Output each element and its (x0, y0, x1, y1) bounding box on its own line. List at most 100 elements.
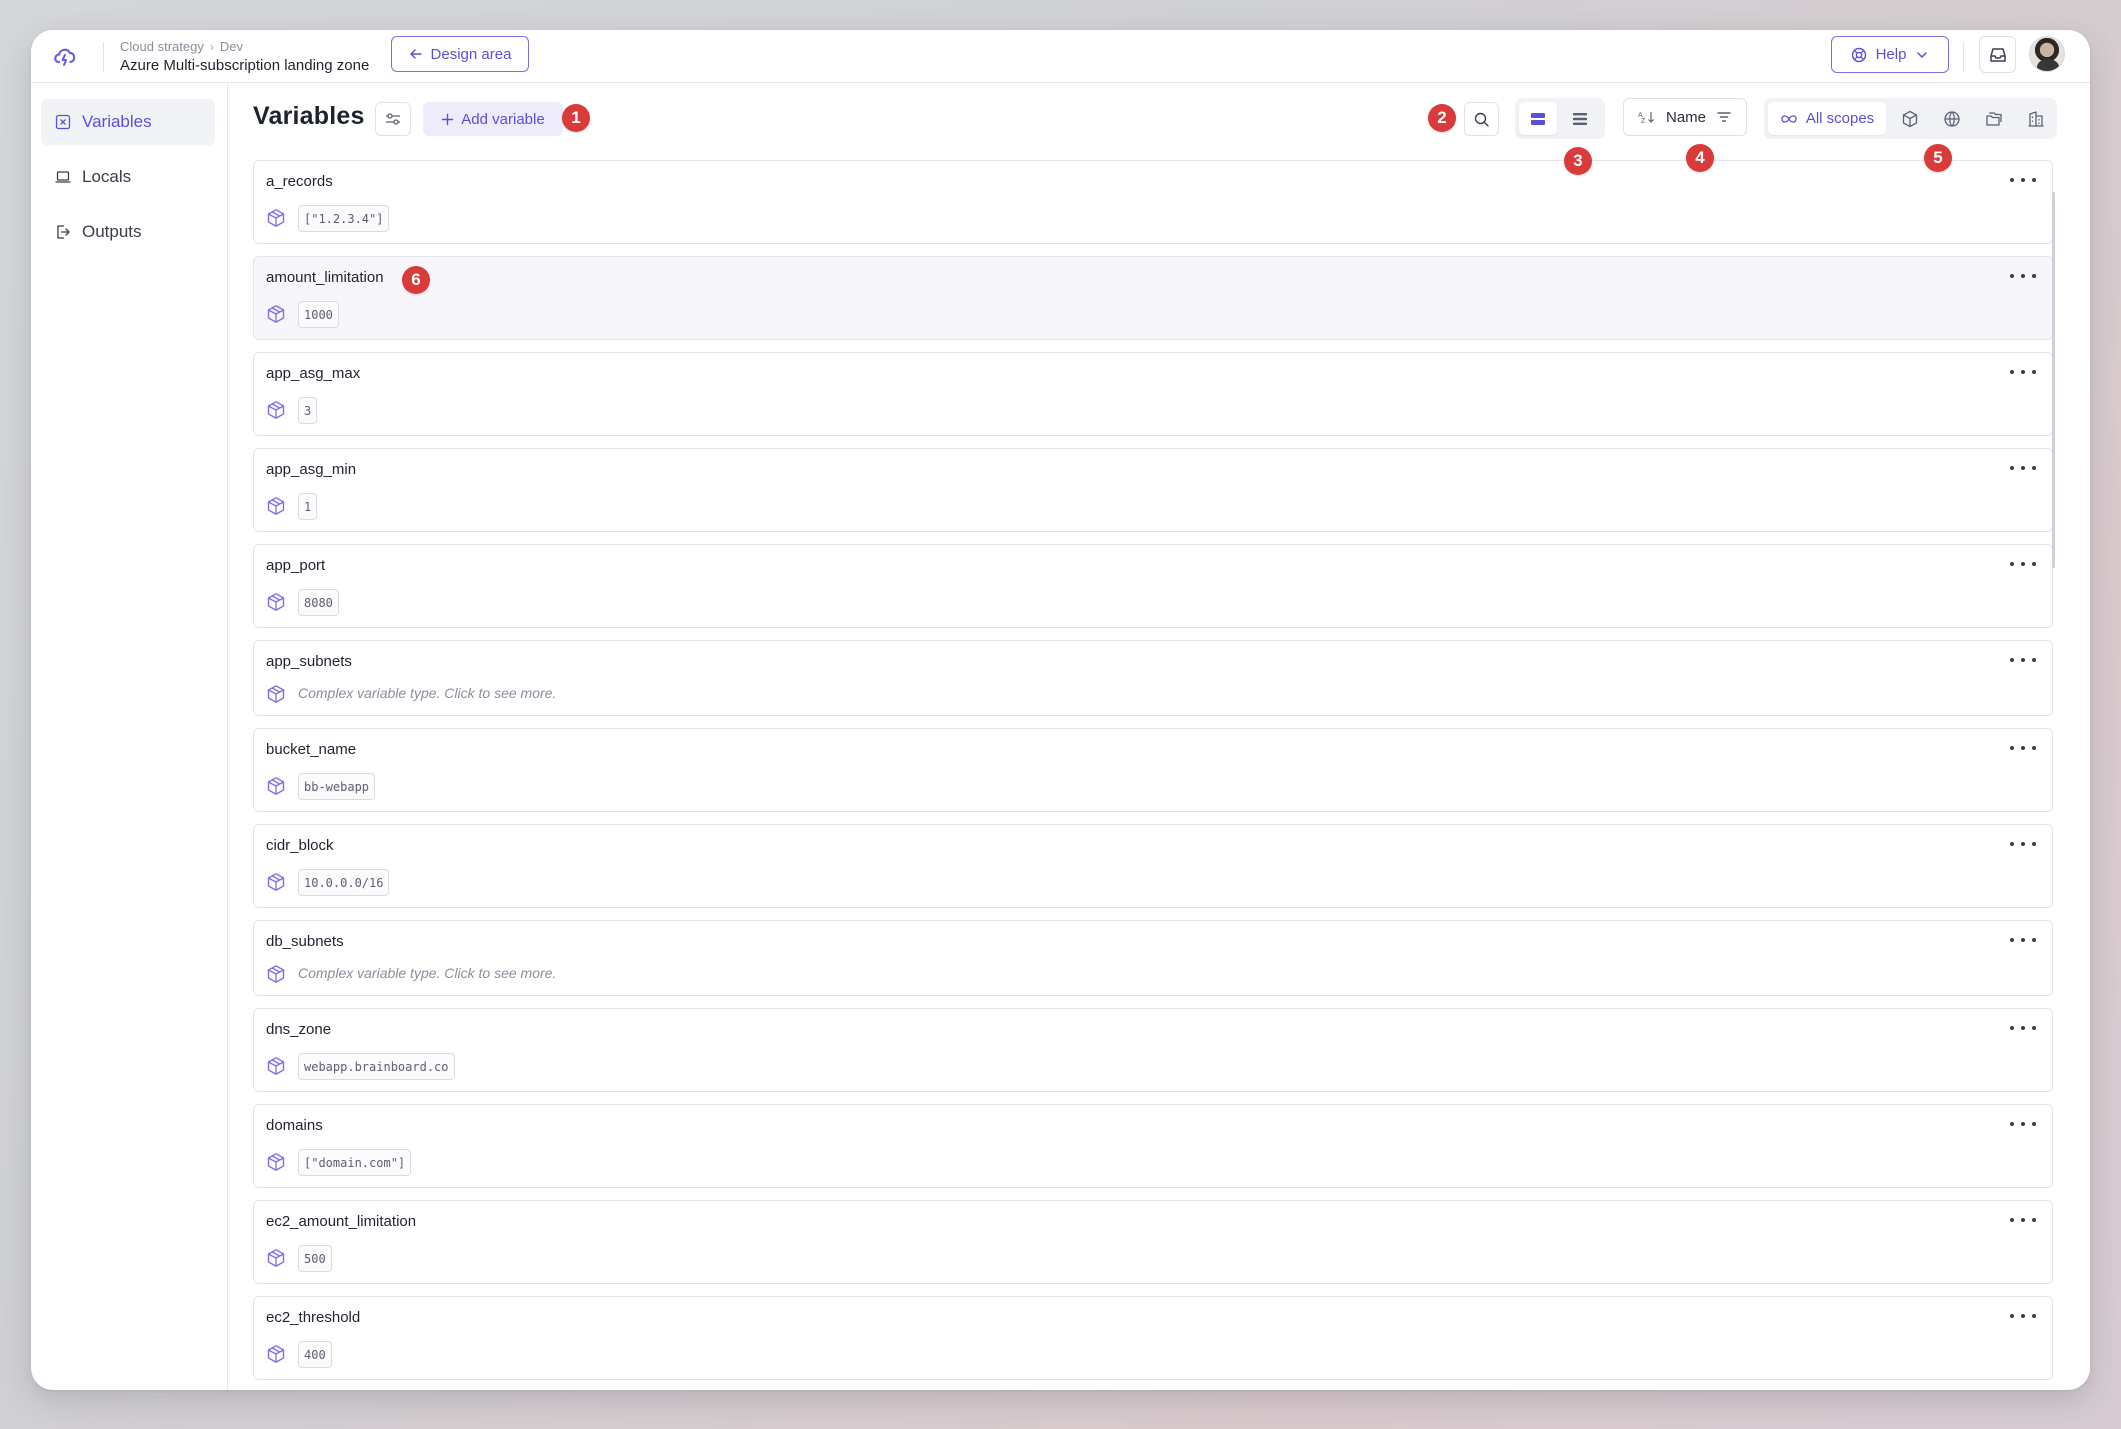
sidebar-item-variables[interactable]: Variables (41, 99, 215, 145)
scope-global-button[interactable] (1934, 102, 1970, 135)
sidebar-item-label: Outputs (82, 222, 142, 241)
more-options-icon[interactable] (2010, 271, 2036, 281)
more-options-icon[interactable] (2010, 839, 2036, 849)
design-area-button[interactable]: Design area (391, 36, 529, 72)
search-icon (1474, 112, 1489, 127)
sort-az-icon: AZ (1638, 112, 1654, 124)
module-scope-icon (267, 305, 285, 323)
folders-icon (1986, 111, 2002, 126)
scope-organization-button[interactable] (2018, 102, 2054, 135)
inbox-icon (1989, 47, 2006, 62)
help-button[interactable]: Help (1831, 36, 1949, 73)
view-list-button[interactable] (1561, 102, 1599, 135)
variable-value: bb-webapp (298, 773, 376, 800)
variable-value: webapp.brainboard.co (298, 1053, 455, 1080)
variable-card[interactable]: app_port 8080 (253, 544, 2053, 628)
variable-card[interactable]: db_subnets Complex variable type. Click t… (253, 920, 2053, 996)
top-bar: Cloud strategy › Dev Azure Multi-subscri… (31, 30, 2090, 83)
variable-name: domains (266, 1117, 323, 1134)
variables-list: a_records ["1.2.3.4"] amount_limitation 100… (253, 160, 2053, 1390)
chevron-down-icon (1917, 51, 1928, 58)
variable-card[interactable]: domains ["domain.com"] (253, 1104, 2053, 1188)
more-options-icon[interactable] (2010, 1023, 2036, 1033)
inbox-button[interactable] (1979, 36, 2016, 73)
laptop-icon (55, 171, 71, 183)
more-options-icon[interactable] (2010, 367, 2036, 377)
module-scope-icon (267, 1153, 285, 1171)
more-options-icon[interactable] (2010, 1119, 2036, 1129)
variable-card[interactable]: app_asg_min 1 (253, 448, 2053, 532)
variable-card[interactable]: cidr_block 10.0.0.0/16 (253, 824, 2053, 908)
more-options-icon[interactable] (2010, 743, 2036, 753)
variable-card[interactable]: ec2_amount_limitation 500 (253, 1200, 2053, 1284)
user-avatar[interactable] (2029, 36, 2065, 72)
sidebar-item-outputs[interactable]: Outputs (41, 209, 215, 255)
breadcrumb-parent[interactable]: Cloud strategy (120, 39, 204, 54)
variable-card[interactable]: app_subnets Complex variable type. Click … (253, 640, 2053, 716)
view-toggle (1515, 98, 1605, 139)
variable-complex-hint[interactable]: Complex variable type. Click to see more… (298, 965, 556, 981)
breadcrumb: Cloud strategy › Dev (120, 39, 243, 54)
search-button[interactable] (1464, 102, 1499, 136)
scope-module-button[interactable] (1892, 102, 1928, 135)
list-view-icon (1573, 112, 1587, 125)
more-options-icon[interactable] (2010, 1215, 2036, 1225)
sidebar: Variables Locals Outputs (31, 83, 228, 1390)
variable-name: ec2_threshold (266, 1309, 361, 1326)
more-options-icon[interactable] (2010, 175, 2036, 185)
building-icon (2028, 110, 2044, 127)
more-options-icon[interactable] (2010, 463, 2036, 473)
scope-all-label: All scopes (1805, 110, 1875, 127)
module-scope-icon (267, 401, 285, 419)
variable-name: app_asg_max (266, 365, 361, 382)
variable-name: app_asg_min (266, 461, 357, 478)
breadcrumb-child[interactable]: Dev (220, 39, 243, 54)
cloud-logo-icon[interactable] (51, 43, 79, 71)
sort-button[interactable]: AZ Name (1623, 98, 1747, 136)
annotation-marker-2: 2 (1428, 104, 1456, 132)
module-icon (1902, 110, 1918, 127)
variable-name: app_subnets (266, 653, 352, 670)
annotation-marker-1: 1 (562, 104, 590, 132)
sliders-icon (386, 113, 400, 125)
variable-name: app_port (266, 557, 326, 574)
variable-card[interactable]: app_asg_max 3 (253, 352, 2053, 436)
more-options-icon[interactable] (2010, 559, 2036, 569)
variable-card[interactable]: a_records ["1.2.3.4"] (253, 160, 2053, 244)
more-options-icon[interactable] (2010, 1311, 2036, 1321)
more-options-icon[interactable] (2010, 655, 2036, 665)
card-view-icon (1531, 112, 1545, 125)
scope-filter-group: All scopes (1764, 98, 2057, 139)
annotation-marker-3: 3 (1564, 147, 1592, 175)
more-options-icon[interactable] (2010, 935, 2036, 945)
filter-lines-icon (1717, 112, 1731, 122)
help-label: Help (1875, 46, 1907, 63)
variable-complex-hint[interactable]: Complex variable type. Click to see more… (298, 685, 556, 701)
variable-value: 8080 (298, 589, 339, 616)
annotation-marker-6: 6 (402, 266, 430, 294)
scope-all-button[interactable]: All scopes (1768, 102, 1886, 135)
scope-folder-button[interactable] (1976, 102, 2012, 135)
variable-name: amount_limitation (266, 269, 384, 286)
logo-divider (103, 42, 104, 72)
module-scope-icon (267, 1249, 285, 1267)
module-scope-icon (267, 1345, 285, 1363)
add-variable-button[interactable]: Add variable (423, 102, 563, 136)
variable-card[interactable]: amount_limitation 1000 (253, 256, 2053, 340)
sidebar-item-label: Variables (82, 112, 152, 131)
settings-sliders-button[interactable] (375, 102, 411, 136)
export-icon (57, 225, 70, 239)
variable-name: bucket_name (266, 741, 357, 758)
arrow-left-icon (409, 49, 422, 59)
variable-name: cidr_block (266, 837, 334, 854)
module-scope-icon (267, 777, 285, 795)
variable-value: 1 (298, 493, 318, 520)
sidebar-item-label: Locals (82, 167, 132, 186)
sidebar-item-locals[interactable]: Locals (41, 154, 215, 200)
scrollbar[interactable] (2052, 192, 2055, 568)
variable-card[interactable]: ec2_threshold 400 (253, 1296, 2053, 1380)
variable-value: 500 (298, 1245, 332, 1272)
variable-card[interactable]: dns_zone webapp.brainboard.co (253, 1008, 2053, 1092)
variable-card[interactable]: bucket_name bb-webapp (253, 728, 2053, 812)
view-card-button[interactable] (1519, 102, 1557, 135)
